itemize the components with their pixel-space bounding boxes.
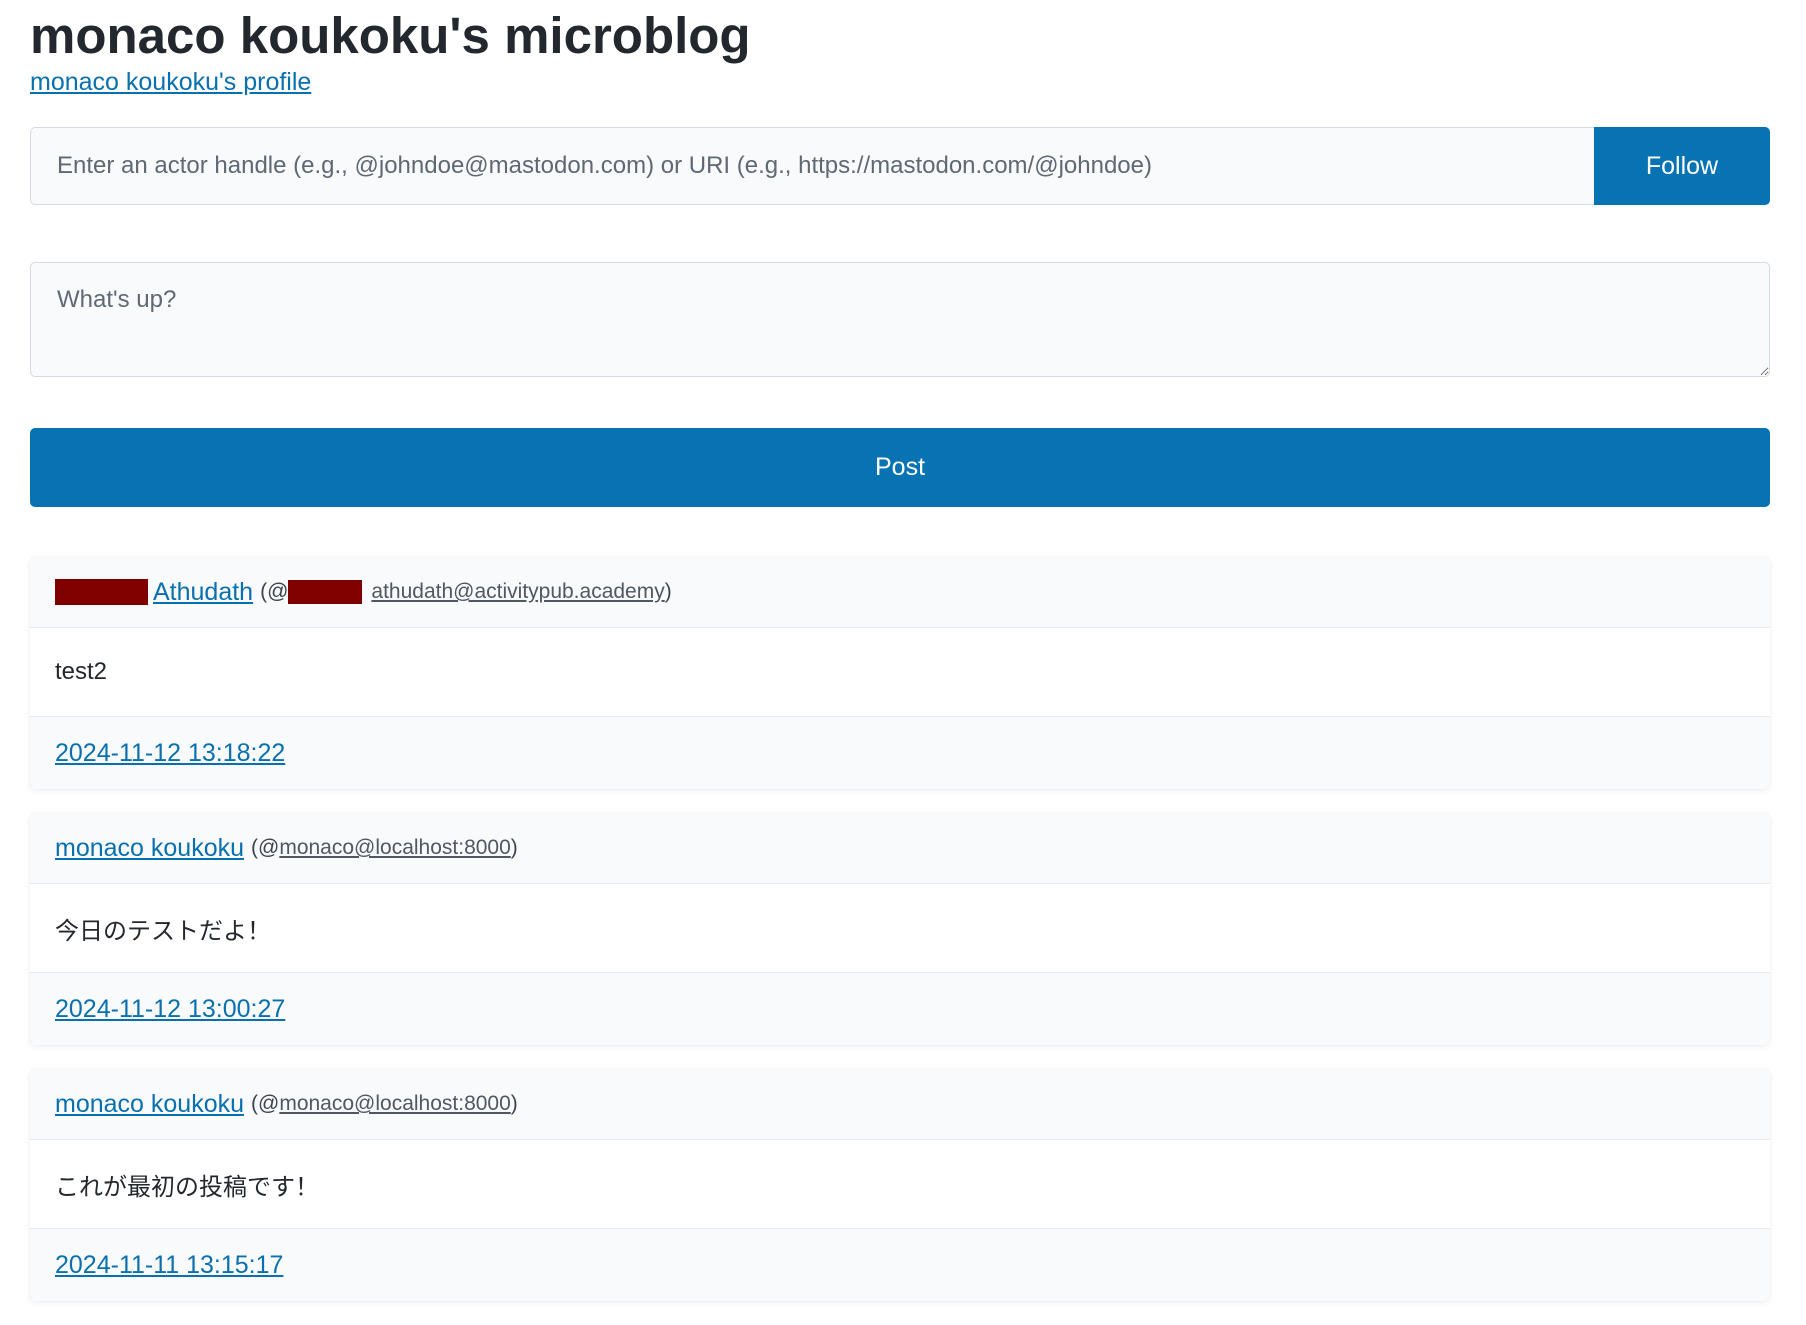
follow-form: Follow	[30, 127, 1770, 205]
post-button[interactable]: Post	[30, 428, 1770, 507]
post-card: monaco koukoku (@ monaco@localhost:8000 …	[30, 1069, 1770, 1301]
handle-link[interactable]: monaco@localhost:8000	[279, 1092, 510, 1116]
post-footer: 2024-11-11 13:15:17	[30, 1229, 1770, 1301]
post-timestamp-link[interactable]: 2024-11-12 13:18:22	[55, 739, 285, 768]
post-timestamp-link[interactable]: 2024-11-12 13:00:27	[55, 995, 285, 1024]
handle-prefix: (@	[251, 1092, 280, 1115]
post-footer: 2024-11-12 13:00:27	[30, 973, 1770, 1045]
author-handle: (@ athudath@activitypub.academy )	[260, 580, 672, 604]
follow-button[interactable]: Follow	[1594, 127, 1770, 205]
handle-link[interactable]: athudath@activitypub.academy	[288, 580, 665, 604]
page: monaco koukoku's microblog monaco koukok…	[0, 0, 1806, 1321]
author-name-link[interactable]: monaco koukoku	[55, 834, 244, 863]
handle-suffix: )	[510, 1092, 518, 1115]
post-footer: 2024-11-12 13:18:22	[30, 717, 1770, 789]
post-header: monaco koukoku (@ monaco@localhost:8000 …	[30, 1069, 1770, 1140]
redacted-block	[288, 580, 363, 604]
actor-handle-input[interactable]	[30, 127, 1594, 205]
post-header: monaco koukoku (@ monaco@localhost:8000 …	[30, 813, 1770, 884]
author-name-link[interactable]: Athudath	[55, 578, 253, 607]
post-timestamp-link[interactable]: 2024-11-11 13:15:17	[55, 1251, 283, 1280]
post-card: Athudath (@ athudath@activitypub.academy…	[30, 557, 1770, 789]
compose-textarea[interactable]	[30, 262, 1770, 377]
profile-link[interactable]: monaco koukoku's profile	[30, 68, 311, 97]
handle-suffix: )	[664, 580, 672, 603]
page-title: monaco koukoku's microblog	[30, 7, 751, 64]
author-name: Athudath	[153, 577, 254, 606]
post-card: monaco koukoku (@ monaco@localhost:8000 …	[30, 813, 1770, 1045]
handle-prefix: (@	[260, 580, 289, 603]
post-header: Athudath (@ athudath@activitypub.academy…	[30, 557, 1770, 628]
redacted-block	[55, 579, 148, 605]
handle-text: athudath@activitypub.academy	[371, 580, 665, 603]
author-handle: (@ monaco@localhost:8000 )	[251, 836, 518, 860]
handle-prefix: (@	[251, 836, 280, 859]
post-content: 今日のテストだよ！	[30, 884, 1770, 973]
handle-link[interactable]: monaco@localhost:8000	[279, 836, 510, 860]
author-name-link[interactable]: monaco koukoku	[55, 1090, 244, 1119]
post-content: test2	[30, 628, 1770, 717]
post-content: これが最初の投稿です！	[30, 1140, 1770, 1229]
handle-suffix: )	[510, 836, 518, 859]
author-handle: (@ monaco@localhost:8000 )	[251, 1092, 518, 1116]
timeline: Athudath (@ athudath@activitypub.academy…	[30, 557, 1770, 1325]
